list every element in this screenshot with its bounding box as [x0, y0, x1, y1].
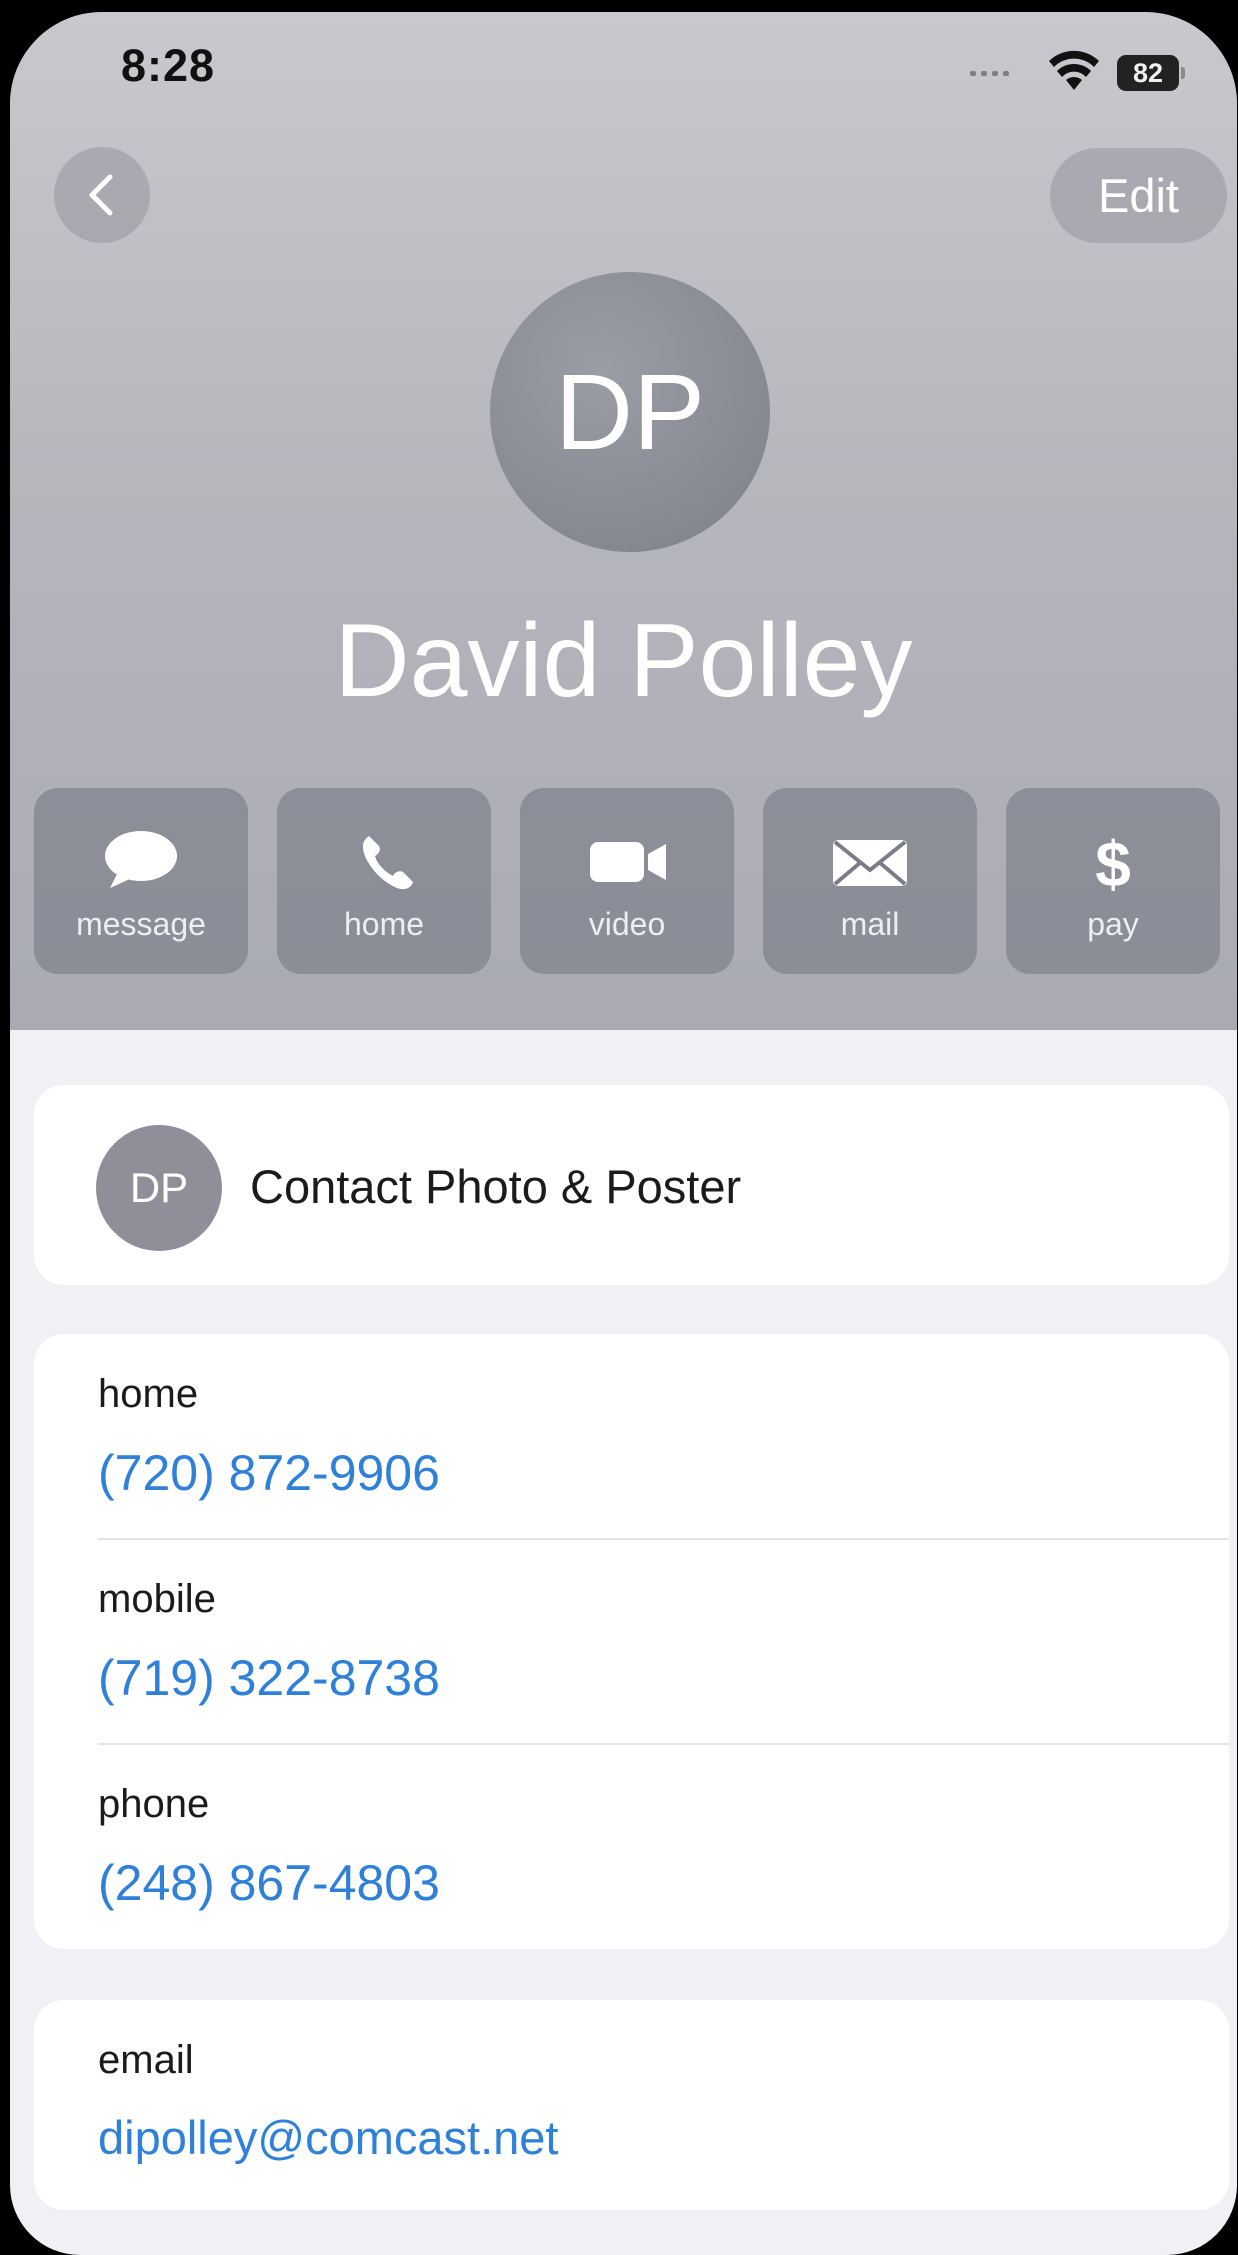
video-action-button[interactable]: video: [520, 788, 734, 974]
call-home-action-button[interactable]: home: [277, 788, 491, 974]
action-label: video: [588, 906, 666, 942]
email-card: email dipolley@comcast.net: [34, 2000, 1229, 2210]
contact-photo-avatar: DP: [96, 1125, 222, 1251]
edit-button[interactable]: Edit: [1050, 148, 1227, 243]
phone-row-mobile[interactable]: mobile (719) 322-8738: [34, 1539, 1229, 1744]
phone-label: mobile: [98, 1577, 216, 1621]
email-address[interactable]: dipolley@comcast.net: [98, 2110, 558, 2165]
chevron-left-icon: [89, 174, 113, 216]
wifi-icon: [1049, 50, 1099, 90]
action-label: message: [76, 906, 206, 942]
action-label: home: [343, 906, 425, 942]
phone-number[interactable]: (719) 322-8738: [98, 1649, 440, 1707]
message-action-button[interactable]: message: [34, 788, 248, 974]
message-bubble-icon: [105, 831, 177, 888]
phone-row-phone[interactable]: phone (248) 867-4803: [34, 1744, 1229, 1949]
contact-name: David Polley: [334, 603, 913, 719]
envelope-icon: [833, 840, 907, 886]
contact-screen: 8:28 82 Edit DP David Polley message hom…: [10, 12, 1237, 2255]
back-button[interactable]: [54, 147, 150, 243]
email-label: email: [98, 2038, 194, 2082]
phone-label: home: [98, 1372, 199, 1416]
contact-avatar[interactable]: DP: [490, 272, 770, 552]
contact-photo-poster-row[interactable]: DP Contact Photo & Poster: [34, 1085, 1229, 1285]
email-row[interactable]: email dipolley@comcast.net: [34, 2000, 1229, 2205]
phone-label: phone: [98, 1782, 210, 1826]
cellular-signal-icon: [970, 66, 1018, 76]
video-camera-icon: [590, 842, 666, 882]
status-bar: 8:28 82: [10, 30, 1237, 110]
battery-level: 82: [1132, 58, 1164, 88]
battery-icon: 82: [1117, 55, 1185, 91]
dollar-icon: $: [1095, 830, 1131, 892]
phone-row-home[interactable]: home (720) 872-9906: [34, 1334, 1229, 1539]
quick-actions: message home video mail $ pay: [34, 788, 1234, 984]
phone-number[interactable]: (720) 872-9906: [98, 1444, 440, 1502]
phone-numbers-card: home (720) 872-9906 mobile (719) 322-873…: [34, 1334, 1229, 1949]
pay-action-button[interactable]: $ pay: [1006, 788, 1220, 974]
contact-photo-poster-label: Contact Photo & Poster: [250, 1160, 742, 1213]
phone-icon: [362, 836, 413, 890]
contact-header: 8:28 82 Edit DP David Polley message hom…: [10, 12, 1237, 1030]
action-label: pay: [1087, 906, 1139, 942]
status-time: 8:28: [121, 40, 216, 91]
svg-text:$: $: [1095, 830, 1131, 892]
phone-number[interactable]: (248) 867-4803: [98, 1854, 440, 1912]
mail-action-button[interactable]: mail: [763, 788, 977, 974]
action-label: mail: [840, 906, 900, 942]
